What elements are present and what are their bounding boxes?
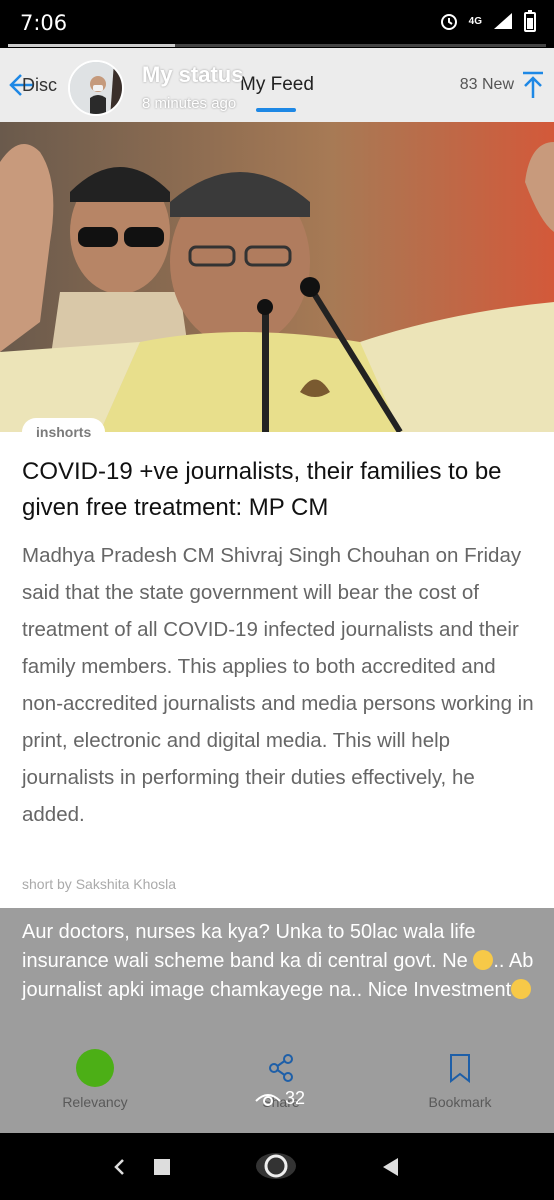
relevancy-label: Relevancy <box>62 1094 128 1110</box>
app-screen: Disc My Feed 83 New My status 8 minutes … <box>0 48 554 1133</box>
discover-tab[interactable]: Disc <box>22 75 57 96</box>
eye-icon <box>255 1093 281 1106</box>
source-badge: inshorts <box>22 418 106 446</box>
smirk-emoji-icon <box>473 950 494 970</box>
app-header: Disc My Feed 83 New My status 8 minutes … <box>0 48 554 122</box>
system-navigation-bar <box>0 1133 554 1200</box>
bookmark-button[interactable]: Bookmark <box>410 1048 510 1110</box>
caption-line-1: Aur doctors, nurses ka kya? Unka to 50la… <box>22 921 476 972</box>
status-icons: 4G <box>439 10 536 32</box>
article-byline: short by Sakshita Khosla <box>22 876 177 892</box>
active-tab-indicator <box>256 108 296 112</box>
scroll-top-icon[interactable] <box>520 70 546 100</box>
relevancy-button[interactable]: Relevancy <box>50 1048 140 1110</box>
status-caption: Aur doctors, nurses ka kya? Unka to 50la… <box>22 918 537 1005</box>
new-count[interactable]: 83 New <box>460 76 514 94</box>
share-icon <box>269 1054 293 1082</box>
avatar[interactable] <box>68 60 124 116</box>
views-counter[interactable]: 32 <box>255 1088 305 1109</box>
battery-icon <box>524 10 536 32</box>
article-headline: COVID-19 +ve journalists, their families… <box>22 458 502 521</box>
status-title: My status <box>142 62 244 87</box>
network-type: 4G <box>468 15 482 27</box>
views-count: 32 <box>285 1088 306 1108</box>
status-bar: 7:06 4G <box>0 0 554 48</box>
collapse-chevron-icon[interactable] <box>112 1157 126 1177</box>
status-progress-bar <box>8 44 546 47</box>
status-progress-fill <box>8 44 175 47</box>
status-time-ago: 8 minutes ago <box>142 95 237 112</box>
bookmark-icon <box>450 1054 470 1083</box>
home-button-icon[interactable] <box>254 1151 298 1181</box>
tab-my-feed[interactable]: My Feed <box>240 74 314 96</box>
alarm-icon <box>440 14 457 30</box>
status-time: 7:06 <box>20 11 68 35</box>
recents-button[interactable] <box>154 1159 170 1175</box>
relevancy-dot-icon <box>76 1049 114 1087</box>
article-body: Madhya Pradesh CM Shivraj Singh Chouhan … <box>22 544 534 826</box>
back-button-icon[interactable] <box>380 1156 400 1178</box>
article-image <box>0 122 554 432</box>
bookmark-label: Bookmark <box>428 1094 492 1110</box>
signal-icon <box>494 13 512 29</box>
smirk-emoji-icon <box>511 979 532 999</box>
